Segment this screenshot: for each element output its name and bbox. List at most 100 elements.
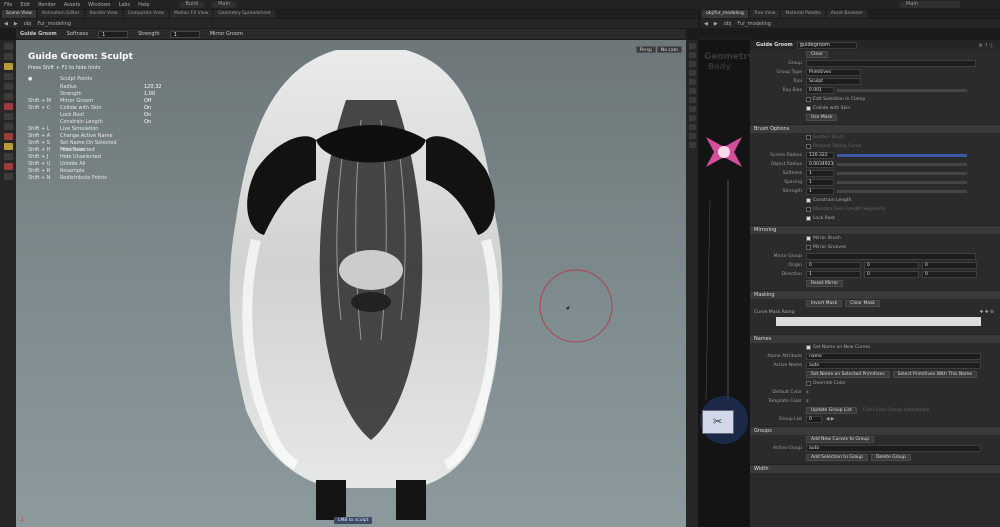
guides-icon[interactable] (688, 106, 696, 112)
brush-tool-icon[interactable] (3, 83, 13, 90)
guide-groom-node[interactable] (702, 133, 746, 171)
wireframe-icon[interactable] (688, 52, 696, 58)
main-desktop[interactable]: Main (212, 1, 237, 8)
clear-mask-button[interactable]: Clear Mask (845, 300, 881, 307)
menu-windows[interactable]: Windows (88, 2, 110, 8)
strength-field[interactable]: 1 (169, 30, 200, 38)
name-attr-field[interactable]: name (806, 353, 981, 360)
lock-root-checkbox[interactable] (806, 216, 811, 221)
template-color-swatch[interactable]: ◐ (806, 399, 810, 404)
default-color-swatch[interactable]: ◐ (806, 390, 810, 395)
ray-bias-slider[interactable] (837, 89, 967, 92)
forward-arrow-icon[interactable]: ▶ (14, 21, 18, 27)
group-field[interactable] (806, 60, 976, 67)
ramp-add-icon[interactable]: ✚ ✚ ⚙ (980, 310, 994, 315)
points-icon[interactable] (688, 88, 696, 94)
active-group-field[interactable]: auto (806, 445, 981, 452)
delete-group-button[interactable]: Delete Group (870, 454, 911, 461)
select-primitives-button[interactable]: Select Primitives With This Name (892, 371, 978, 378)
tab-render-view[interactable]: Render View (85, 10, 122, 18)
reset-mirror-button[interactable]: Reset Mirror (806, 280, 844, 287)
menu-help[interactable]: Help (138, 2, 149, 8)
names-section[interactable]: Names (750, 334, 1000, 343)
invert-mask-button[interactable]: Invert Mask (806, 300, 843, 307)
grid-icon[interactable] (688, 133, 696, 139)
tab-scene-view[interactable]: Scene View (2, 10, 36, 18)
shaded-icon[interactable] (688, 61, 696, 67)
mirror-groom-toggle[interactable]: Mirror Groom (210, 31, 243, 37)
override-color-checkbox[interactable] (806, 381, 811, 386)
menu-edit[interactable]: Edit (20, 2, 30, 8)
origin-y[interactable]: 0 (864, 262, 919, 269)
softness-field[interactable]: 1 (98, 30, 129, 38)
tab-tree-view[interactable]: Tree View (749, 10, 780, 18)
add-selection-button[interactable]: Add Selection to Group (806, 454, 868, 461)
menu-file[interactable]: File (4, 2, 12, 8)
softness-slider[interactable] (837, 172, 967, 175)
network-editor[interactable]: Geometry Body ✂ (698, 40, 750, 527)
respect-falloff-checkbox[interactable] (806, 144, 811, 149)
origin-z[interactable]: 0 (922, 262, 977, 269)
curve-tool-icon[interactable] (3, 143, 13, 150)
path-node[interactable]: Fur_modeling (37, 21, 71, 27)
mirroring-section[interactable]: Mirroring (750, 225, 1000, 234)
use-mask-button[interactable]: Use Mask (806, 114, 838, 121)
path-node[interactable]: Fur_modeling (737, 21, 771, 27)
object-radius-slider[interactable] (837, 163, 967, 166)
tab-asset-browser[interactable]: Asset Browser (826, 10, 867, 18)
mirror-grooves-checkbox[interactable] (806, 245, 811, 250)
snap-tool-icon[interactable] (3, 103, 13, 110)
forward-arrow-icon[interactable]: ▶ (714, 21, 718, 27)
group-type-select[interactable]: Primitives (806, 69, 861, 76)
view-tool-icon[interactable] (3, 73, 13, 80)
width-section[interactable]: Width (750, 464, 1000, 473)
set-name-selected-button[interactable]: Set Name on Selected Primitives (806, 371, 890, 378)
move-tool-icon[interactable] (3, 53, 13, 60)
tab-animation-editor[interactable]: Animation Editor (37, 10, 84, 18)
strength-param-field[interactable]: 1 (806, 188, 834, 195)
display-tool-icon[interactable] (3, 123, 13, 130)
clear-button[interactable]: Clear (806, 51, 828, 58)
cut-node[interactable]: ✂ (702, 410, 734, 434)
object-radius-field[interactable]: 0.0034923 (806, 161, 834, 168)
magnet-tool-icon[interactable] (3, 133, 13, 140)
screen-radius-field[interactable]: 120.322 (806, 152, 834, 159)
mirror-group-field[interactable] (806, 253, 976, 260)
collide-checkbox[interactable] (806, 106, 811, 111)
softness-param-field[interactable]: 1 (806, 170, 834, 177)
add-new-curves-button[interactable]: Add New Curves to Group (806, 436, 875, 443)
update-group-list-button[interactable]: Update Group List (806, 407, 857, 414)
active-name-field[interactable]: auto (806, 362, 981, 369)
ramp-widget[interactable] (776, 317, 981, 326)
scene-viewport[interactable]: Guide Groom: Sculpt Press Shift + F1 to … (16, 40, 686, 527)
spacing-slider[interactable] (837, 181, 967, 184)
direction-y[interactable]: 0 (864, 271, 919, 278)
build-desktop[interactable]: Build (179, 1, 205, 8)
strength-slider[interactable] (837, 190, 967, 193)
display-icon[interactable] (688, 43, 696, 49)
origin-x[interactable]: 0 (806, 262, 861, 269)
tab-material-palette[interactable]: Material Palette (781, 10, 825, 18)
camera-menu[interactable]: No cam (656, 46, 682, 53)
node-name-field[interactable]: guidegroom (796, 41, 857, 49)
safe-area-icon[interactable] (688, 142, 696, 148)
tab-motion-fx-view[interactable]: Motion FX View (169, 10, 213, 18)
masking-section[interactable]: Masking (750, 290, 1000, 299)
back-arrow-icon[interactable]: ◀ (4, 21, 8, 27)
main-desktop-right[interactable]: Main (900, 1, 960, 8)
tab-composite-view[interactable]: Composite View (123, 10, 168, 18)
screen-radius-slider[interactable] (837, 154, 967, 157)
gear-icon[interactable]: ⚙ ? ⓘ (979, 42, 994, 49)
surface-brush-checkbox[interactable] (806, 135, 811, 140)
menu-assets[interactable]: Assets (64, 2, 80, 8)
direction-x[interactable]: 1 (806, 271, 861, 278)
group-list-field[interactable]: 0 (806, 416, 822, 423)
light-tool-icon[interactable] (3, 173, 13, 180)
handle-tool-icon[interactable] (3, 63, 13, 70)
back-arrow-icon[interactable]: ◀ (704, 21, 708, 27)
groups-section[interactable]: Groups (750, 426, 1000, 435)
lighting-icon[interactable] (688, 70, 696, 76)
pose-tool-icon[interactable] (3, 93, 13, 100)
grid-tool-icon[interactable] (3, 113, 13, 120)
ruler-tool-icon[interactable] (3, 153, 13, 160)
